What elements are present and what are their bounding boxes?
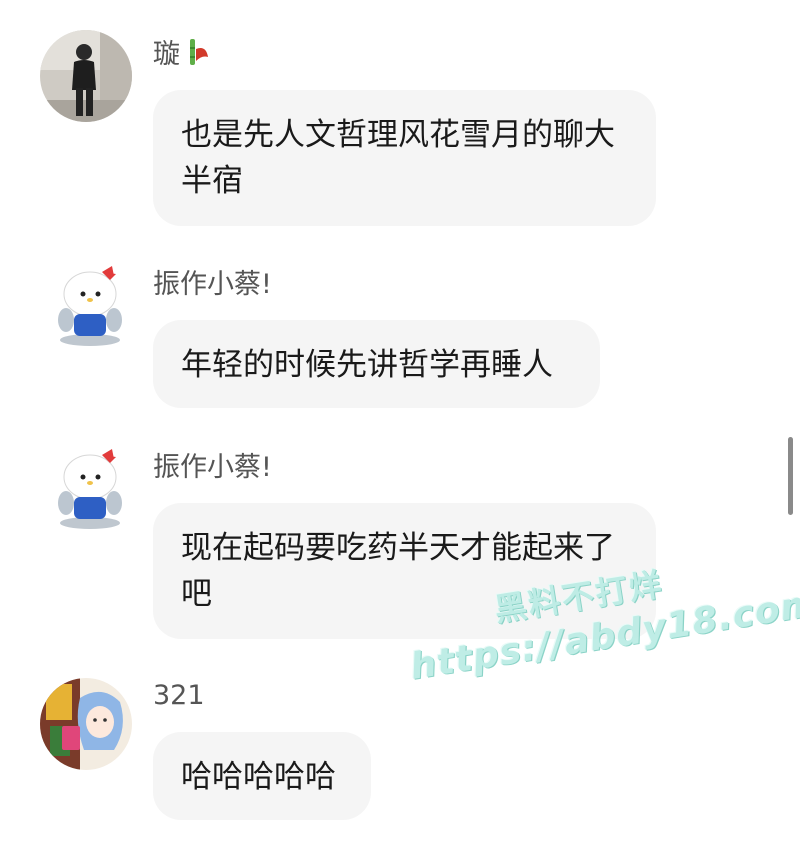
avatar[interactable] — [40, 678, 132, 770]
avatar-photo-icon — [40, 30, 132, 122]
avatar[interactable] — [40, 30, 132, 122]
commenter-name-text: 321 — [153, 680, 205, 711]
comment-bubble[interactable]: 也是先人文哲理风花雪月的聊大半宿 — [153, 90, 656, 226]
commenter-name[interactable]: 振作小蔡! — [153, 445, 272, 484]
commenter-name[interactable]: 321 — [153, 680, 205, 711]
commenter-name-text: 璇 — [153, 39, 180, 70]
comment-bubble[interactable]: 现在起码要吃药半天才能起来了吧 — [153, 503, 656, 639]
bamboo-icon — [184, 37, 212, 74]
comment-bubble[interactable]: 年轻的时候先讲哲学再睡人 — [153, 320, 600, 408]
hello-kitty-avatar-icon — [58, 449, 122, 529]
avatar[interactable] — [50, 443, 130, 533]
commenter-name[interactable]: 璇 — [153, 32, 212, 74]
comment-text: 哈哈哈哈哈 — [181, 759, 336, 795]
chat-thread: 璇 也是先人文哲理风花雪月的聊大半宿 振作小蔡! 年轻的时候先讲哲学再睡人 振作… — [0, 0, 800, 860]
comment-text: 年轻的时候先讲哲学再睡人 — [181, 347, 553, 383]
hello-kitty-avatar-icon — [58, 266, 122, 346]
commenter-name-text: 振作小蔡! — [153, 452, 272, 483]
commenter-name[interactable]: 振作小蔡! — [153, 262, 272, 301]
comment-bubble[interactable]: 哈哈哈哈哈 — [153, 732, 371, 820]
avatar[interactable] — [50, 260, 130, 350]
commenter-name-text: 振作小蔡! — [153, 269, 272, 300]
illustrated-girl-avatar-icon — [40, 678, 132, 770]
comment-text: 也是先人文哲理风花雪月的聊大半宿 — [181, 117, 615, 199]
comment-text: 现在起码要吃药半天才能起来了吧 — [181, 530, 615, 612]
scrollbar-thumb[interactable] — [788, 437, 793, 515]
